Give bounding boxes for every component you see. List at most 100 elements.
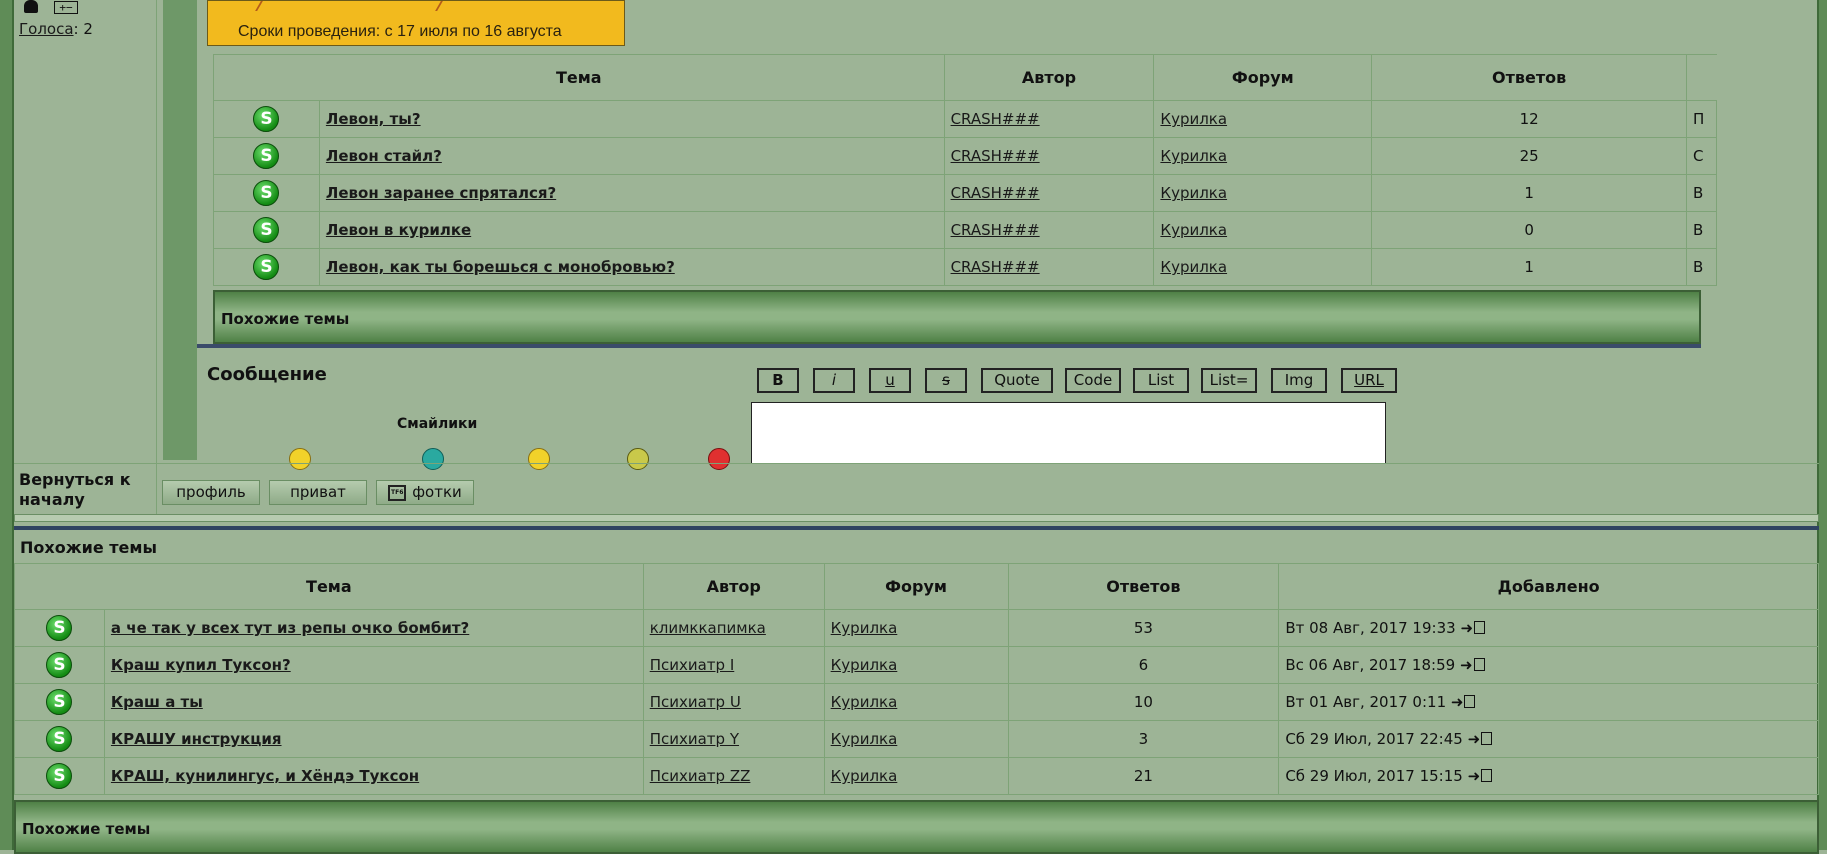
votes-link[interactable]: Голоса [19,20,74,38]
topic-forum-link[interactable]: Курилка [831,693,898,711]
topic-author-cell: CRASH### [943,100,1155,138]
goto-doc-icon[interactable] [1481,732,1493,745]
topic-status-cell: S [14,720,105,758]
topic-added: В [1685,211,1718,249]
goto-last-post-icon[interactable]: ➜ [1468,730,1481,748]
topic-forum-link[interactable]: Курилка [1160,184,1227,202]
topic-author-link[interactable]: CRASH### [951,147,1040,165]
topic-forum-link[interactable]: Курилка [1160,258,1227,276]
topic-forum-cell: Курилка [1153,137,1373,175]
topic-author-cell: CRASH### [943,248,1155,286]
goto-doc-icon[interactable] [1464,695,1476,708]
topic-author-link[interactable]: климккапимка [650,619,766,637]
post-stripe [163,0,197,460]
back-to-top-link[interactable]: Вернуться к началу [19,470,149,510]
similar-topics-heading: Похожие темы [20,538,157,557]
goto-last-post-icon[interactable]: ➜ [1460,656,1473,674]
column-header-replies: Ответов [1371,54,1687,101]
underline-button[interactable]: u [869,368,911,393]
message-textarea[interactable] [751,402,1386,464]
topic-forum-link[interactable]: Курилка [831,767,898,785]
similar-topics-bar-lower: Похожие темы [14,800,1819,854]
topic-added: Сб 29 Июл, 2017 22:45 ➜ [1278,720,1819,758]
topic-forum-link[interactable]: Курилка [1160,221,1227,239]
code-button[interactable]: Code [1065,368,1121,393]
table-row: S Левон заранее спрятался? CRASH### Курилка… [213,174,1718,212]
topic-status-cell: S [14,757,105,795]
topic-author-link[interactable]: CRASH### [951,221,1040,239]
topic-title-link[interactable]: КРАШ, кунилингус, и Хёндэ Туксон [111,767,419,785]
topic-title-link[interactable]: Левон стайл? [326,147,442,165]
topic-added: П [1685,100,1718,138]
topic-author-link[interactable]: Психиатр I [650,656,735,674]
topic-forum-cell: Курилка [1153,248,1373,286]
topic-title-link[interactable]: Левон, ты? [326,110,421,128]
table-header-row: Тема Автор Форум Ответов Добавлено [14,563,1819,610]
topic-title-link[interactable]: Левон заранее спрятался? [326,184,556,202]
topic-author-link[interactable]: CRASH### [951,258,1040,276]
photos-button[interactable]: TF6 фотки [376,480,474,505]
topic-status-cell: S [14,609,105,647]
goto-last-post-icon[interactable]: ➜ [1451,693,1464,711]
topic-title-link[interactable]: Левон, как ты борешься с монобровью? [326,258,675,276]
topic-author-link[interactable]: Психиатр U [650,693,741,711]
topic-added-date: В [1692,184,1704,202]
list-button[interactable]: List [1133,368,1189,393]
topic-added-date: Вс 06 Авг, 2017 18:59 [1285,656,1456,674]
goto-doc-icon[interactable] [1481,769,1493,782]
goto-last-post-icon[interactable]: ➜ [1468,767,1481,785]
goto-doc-icon[interactable] [1473,658,1485,671]
list-ordered-button[interactable]: List= [1201,368,1257,393]
topic-forum-link[interactable]: Курилка [1160,110,1227,128]
topic-author-link[interactable]: CRASH### [951,184,1040,202]
topic-status-cell: S [213,248,320,286]
topic-title-link[interactable]: Левон в курилке [326,221,471,239]
goto-doc-icon[interactable] [1474,621,1486,634]
user-info-column: +− Голоса: 2 [14,0,157,463]
bold-button[interactable]: B [757,368,799,393]
topic-added: В [1685,248,1718,286]
topic-author-link[interactable]: Психиатр Y [650,730,739,748]
topic-forum-link[interactable]: Курилка [831,656,898,674]
quote-button[interactable]: Quote [981,368,1053,393]
topic-forum-cell: Курилка [823,646,1009,684]
topic-status-cell: S [213,137,320,175]
similar-topics-bar-upper: Похожие темы [213,290,1701,344]
votes-separator: : [73,20,79,38]
topic-author-cell: CRASH### [943,174,1155,212]
topic-forum-link[interactable]: Курилка [831,730,898,748]
topic-title-link[interactable]: Краш купил Туксон? [111,656,291,674]
flame-decoration-icon [245,1,263,11]
topic-title-cell: Левон, ты? [318,100,945,138]
votes-count: 2 [83,20,93,38]
topic-forum-cell: Курилка [823,720,1009,758]
column-header-topic: Тема [14,563,644,610]
table-row: S Левон стайл? CRASH### Курилка 25 С [213,137,1718,175]
goto-last-post-icon[interactable]: ➜ [1460,619,1473,637]
topic-forum-cell: Курилка [1153,100,1373,138]
private-message-button[interactable]: приват [269,480,367,505]
topic-added-date: Сб 29 Июл, 2017 22:45 [1285,730,1463,748]
topic-title-link[interactable]: а че так у всех тут из репы очко бомбит? [111,619,469,637]
img-button[interactable]: Img [1271,368,1327,393]
topic-title-link[interactable]: Краш а ты [111,693,203,711]
profile-button[interactable]: профиль [162,480,260,505]
topic-status-icon: S [253,143,280,169]
camera-icon: TF6 [388,484,407,501]
topic-forum-link[interactable]: Курилка [1160,147,1227,165]
plus-minus-icon[interactable]: +− [54,1,78,14]
topic-added: Вт 01 Авг, 2017 0:11 ➜ [1278,683,1819,721]
topic-title-cell: КРАШ, кунилингус, и Хёндэ Туксон [103,757,644,795]
topic-replies: 53 [1007,609,1280,647]
italic-button[interactable]: i [813,368,855,393]
url-button[interactable]: URL [1341,368,1397,393]
column-header-replies: Ответов [1007,563,1280,610]
column-header-author: Автор [642,563,825,610]
topic-author-link[interactable]: CRASH### [951,110,1040,128]
topic-title-link[interactable]: КРАШУ инструкция [111,730,282,748]
strike-button[interactable]: s [925,368,967,393]
topic-added: Сб 29 Июл, 2017 15:15 ➜ [1278,757,1819,795]
topic-forum-link[interactable]: Курилка [831,619,898,637]
message-title: Сообщение [207,364,327,385]
topic-author-link[interactable]: Психиатр ZZ [650,767,751,785]
